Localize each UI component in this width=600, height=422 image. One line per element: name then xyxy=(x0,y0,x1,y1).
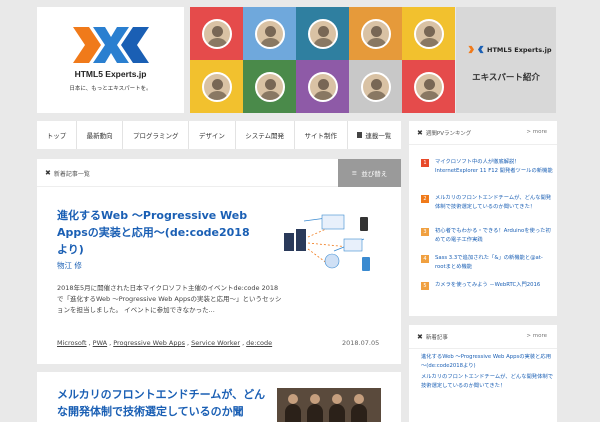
ranking-item[interactable]: 2 メルカリのフロントエンドチームが、どんな開発体制で技術選定しているのか聞いて… xyxy=(421,194,553,211)
nav-item-serial[interactable]: 連載一覧 xyxy=(348,121,401,149)
tag-separator: , xyxy=(186,339,190,347)
article-excerpt: 2018年5月に開催された日本マイクロソフト主催のイベントde:code 201… xyxy=(57,284,282,314)
ranking-item[interactable]: 5 カメラを使ってみよう －WebRTC入門2016 xyxy=(421,281,553,290)
article-author[interactable]: 物江 修 xyxy=(57,260,82,271)
section-label: ✖ 新着記事一覧 xyxy=(45,169,90,179)
rank-number: 1 xyxy=(421,159,429,167)
person-figure xyxy=(329,394,345,422)
article-card: メルカリのフロントエンドチームが、どんな開発体制で技術選定しているのか聞 xyxy=(37,372,401,422)
tag-link[interactable]: Service Worker xyxy=(191,339,240,347)
expert-tile[interactable] xyxy=(402,7,455,60)
news-label-text: 新着記事 xyxy=(425,335,448,341)
ranking-item[interactable]: 4 Sass 3.3で追加された「&」の新機能と@at-rootまとめ機能 xyxy=(421,254,553,271)
new-articles-panel: ✖ 新着記事 > more 進化するWeb ～Progressive Web A… xyxy=(409,325,557,422)
news-more-link[interactable]: > more xyxy=(526,333,547,339)
x-logo-icon: ✖ xyxy=(45,169,51,177)
article-date: 2018.07.05 xyxy=(342,339,380,347)
nav-item-top[interactable]: トップ xyxy=(37,121,77,149)
tag-link[interactable]: Microsoft xyxy=(57,339,87,347)
expert-avatar xyxy=(360,71,391,102)
article-title[interactable]: 進化するWeb ～Progressive Web Appsの実装と応用～(de:… xyxy=(57,207,255,258)
rank-text[interactable]: メルカリのフロントエンドチームが、どんな開発体制で技術選定しているのか聞いてきた… xyxy=(435,194,553,211)
x-logo-icon: ✖ xyxy=(417,128,423,137)
intro-label: エキスパート紹介 xyxy=(472,73,540,83)
tag-separator: , xyxy=(242,339,245,347)
sort-button[interactable]: ≡ 並び替え xyxy=(338,159,401,187)
site-logo[interactable]: HTML5 Experts.jp 日本に、もっとエキスパートを。 xyxy=(37,7,184,113)
rank-text[interactable]: 初心者でもわかる・できる！Arduinoを使った初めての電子工作実践 xyxy=(435,227,553,244)
article-tags: Microsoft, PWA, Progressive Web Apps, Se… xyxy=(57,339,272,347)
expert-avatar xyxy=(360,18,391,49)
tag-link[interactable]: PWA xyxy=(93,339,107,347)
menu-icon: ≡ xyxy=(351,169,358,177)
tag-link[interactable]: Progressive Web Apps xyxy=(113,339,185,347)
nav-item-site[interactable]: サイト制作 xyxy=(295,121,348,149)
rank-number: 4 xyxy=(421,255,429,263)
person-figure xyxy=(307,394,323,422)
article-thumbnail[interactable] xyxy=(277,388,381,422)
expert-grid xyxy=(190,7,455,113)
ranking-header: ✖ 週間PVランキング > more xyxy=(409,121,557,145)
expert-avatar xyxy=(254,71,285,102)
expert-tile[interactable] xyxy=(296,60,349,113)
logo-icon xyxy=(73,27,149,63)
article-list-header: ✖ 新着記事一覧 ≡ 並び替え xyxy=(37,159,401,187)
rank-text[interactable]: マイクロソフト中の人が徹底解説！InternetExplorer 11 F12 … xyxy=(435,158,553,175)
logo-tagline: 日本に、もっとエキスパートを。 xyxy=(69,86,152,92)
expert-tile[interactable] xyxy=(190,7,243,60)
nav-item-design[interactable]: デザイン xyxy=(189,121,236,149)
news-item[interactable]: メルカリのフロントエンドチームが、どんな開発体制で技術選定しているのか聞いてきた… xyxy=(421,373,553,390)
expert-intro-banner[interactable]: HTML5 Experts.jp エキスパート紹介 xyxy=(456,7,556,113)
person-figure xyxy=(285,394,301,422)
nav-serial-label: 連載一覧 xyxy=(365,132,392,140)
expert-tile[interactable] xyxy=(243,60,296,113)
rank-number: 3 xyxy=(421,228,429,236)
expert-avatar xyxy=(307,18,338,49)
tag-link[interactable]: de:code xyxy=(246,339,272,347)
ranking-more-link[interactable]: > more xyxy=(526,129,547,135)
tag-separator: , xyxy=(88,339,91,347)
expert-avatar xyxy=(201,18,232,49)
book-icon xyxy=(357,132,363,138)
section-label-text: 新着記事一覧 xyxy=(53,171,90,178)
expert-tile[interactable] xyxy=(349,60,402,113)
nav-item-programming[interactable]: プログラミング xyxy=(123,121,190,149)
logo-text: HTML5 Experts.jp xyxy=(74,69,147,79)
rank-number: 2 xyxy=(421,195,429,203)
expert-avatar xyxy=(254,18,285,49)
expert-tile[interactable] xyxy=(402,60,455,113)
logo-icon xyxy=(468,45,484,54)
global-nav: トップ 最新動向 プログラミング デザイン システム開発 サイト制作 連載一覧 xyxy=(37,121,401,149)
expert-avatar xyxy=(413,71,444,102)
expert-avatar xyxy=(201,71,232,102)
news-item[interactable]: 進化するWeb ～Progressive Web Appsの実装と応用～(de:… xyxy=(421,353,553,370)
news-header: ✖ 新着記事 > more xyxy=(409,325,557,349)
rank-text[interactable]: Sass 3.3で追加された「&」の新機能と@at-rootまとめ機能 xyxy=(435,254,553,271)
ranking-label: ✖ 週間PVランキング xyxy=(417,129,471,137)
rank-text[interactable]: カメラを使ってみよう －WebRTC入門2016 xyxy=(435,281,540,290)
expert-avatar xyxy=(307,71,338,102)
intro-logo: HTML5 Experts.jp xyxy=(468,45,552,54)
nav-item-trends[interactable]: 最新動向 xyxy=(77,121,124,149)
expert-tile[interactable] xyxy=(190,60,243,113)
ranking-item[interactable]: 3 初心者でもわかる・できる！Arduinoを使った初めての電子工作実践 xyxy=(421,227,553,244)
intro-logo-text: HTML5 Experts.jp xyxy=(487,45,552,54)
ranking-item[interactable]: 1 マイクロソフト中の人が徹底解説！InternetExplorer 11 F1… xyxy=(421,158,553,175)
article-title[interactable]: メルカリのフロントエンドチームが、どんな開発体制で技術選定しているのか聞 xyxy=(57,386,267,420)
expert-tile[interactable] xyxy=(296,7,349,60)
person-figure xyxy=(351,394,367,422)
nav-item-system[interactable]: システム開発 xyxy=(236,121,295,149)
x-logo-icon: ✖ xyxy=(417,332,423,341)
expert-avatar xyxy=(413,18,444,49)
expert-tile[interactable] xyxy=(243,7,296,60)
tag-separator: , xyxy=(109,339,112,347)
article-thumbnail[interactable] xyxy=(274,209,384,281)
sort-label: 並び替え xyxy=(361,170,388,178)
news-label: ✖ 新着記事 xyxy=(417,333,448,341)
ranking-label-text: 週間PVランキング xyxy=(425,131,472,137)
expert-tile[interactable] xyxy=(349,7,402,60)
rank-number: 5 xyxy=(421,282,429,290)
article-list: ✖ 新着記事一覧 ≡ 並び替え 進化するWeb ～Progressive Web… xyxy=(37,159,401,364)
ranking-panel: ✖ 週間PVランキング > more 1 マイクロソフト中の人が徹底解説！Int… xyxy=(409,121,557,316)
